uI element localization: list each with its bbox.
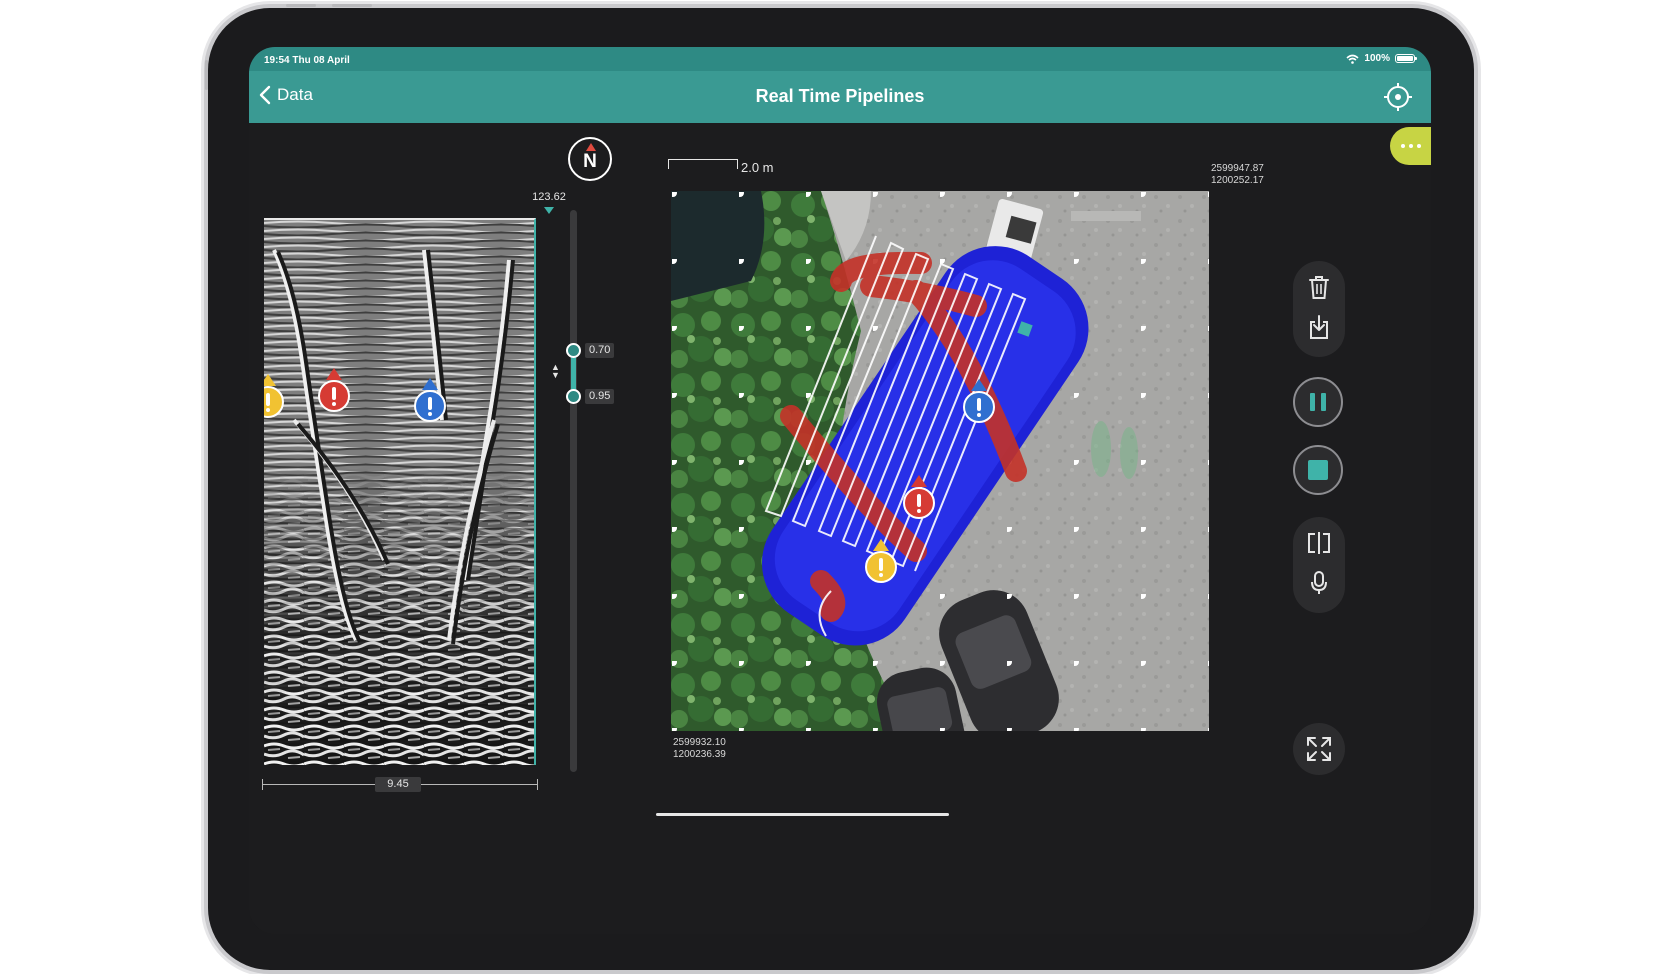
status-time: 19:54 Thu 08 April (264, 55, 350, 66)
more-dot (1417, 144, 1421, 148)
top-right-easting: 2599947.87 (1211, 163, 1264, 174)
battery-percent: 100% (1364, 53, 1390, 64)
device-button (332, 4, 372, 7)
blue-marker-icon[interactable] (963, 377, 995, 429)
gain-slider-track[interactable] (570, 210, 577, 772)
radargram-image (264, 220, 534, 765)
file-toolbar (1293, 261, 1345, 357)
microphone-icon (1311, 571, 1327, 594)
page-title: Real Time Pipelines (755, 86, 925, 106)
bottom-left-easting: 2599932.10 (673, 737, 726, 748)
more-options-button[interactable] (1390, 127, 1431, 165)
compass-label: N (583, 151, 597, 172)
satellite-map (671, 191, 1209, 731)
up-down-arrows-icon: ▲ ▼ (551, 362, 560, 380)
stop-icon (1308, 460, 1328, 480)
fullscreen-button[interactable] (1293, 723, 1345, 775)
trash-icon (1309, 276, 1329, 299)
map-scale-bar (668, 159, 738, 169)
more-dot (1401, 144, 1405, 148)
bottom-left-coordinates: 2599932.10 1200236.39 (673, 737, 726, 761)
compass[interactable]: N (568, 137, 612, 181)
map-view[interactable] (671, 191, 1209, 731)
blue-marker-icon[interactable] (414, 376, 446, 428)
device-button (205, 60, 208, 90)
gain-lower-value: 0.95 (585, 389, 615, 404)
red-marker-icon[interactable] (318, 366, 350, 418)
home-indicator (656, 813, 949, 816)
distance-axis: 9.45 (262, 777, 538, 793)
status-indicators: 100% (1346, 53, 1417, 64)
device-button (286, 4, 316, 7)
battery-fill (1397, 56, 1413, 61)
split-view-button[interactable] (1299, 523, 1339, 563)
yellow-marker-icon[interactable] (865, 537, 897, 589)
more-dot (1409, 144, 1413, 148)
map-scale-label: 2.0 m (741, 160, 774, 175)
status-bar: 19:54 Thu 08 April 100% (249, 47, 1431, 71)
top-right-coordinates: 2599947.87 1200252.17 (1211, 163, 1264, 187)
top-right-northing: 1200252.17 (1211, 175, 1264, 186)
gain-upper-handle[interactable] (566, 343, 581, 358)
pause-button[interactable] (1293, 377, 1343, 427)
radargram-view[interactable] (264, 218, 536, 765)
expand-icon (1307, 737, 1331, 761)
stop-button[interactable] (1293, 445, 1343, 495)
distance-tick (537, 779, 538, 790)
wifi-icon (1346, 54, 1359, 64)
distance-value: 9.45 (375, 777, 421, 792)
gain-upper-value: 0.70 (585, 343, 615, 358)
locate-icon[interactable] (1383, 82, 1413, 112)
delete-button[interactable] (1299, 267, 1339, 307)
gain-lower-handle[interactable] (566, 389, 581, 404)
app-screen: 19:54 Thu 08 April 100% Data Real Time P… (249, 47, 1431, 934)
download-icon (1310, 315, 1328, 339)
voice-note-button[interactable] (1299, 563, 1339, 603)
view-toolbar (1293, 517, 1345, 613)
north-arrow-icon (586, 143, 596, 151)
depth-marker-icon[interactable] (544, 207, 554, 214)
export-button[interactable] (1299, 307, 1339, 347)
battery-icon (1395, 54, 1417, 63)
navigation-bar: Data Real Time Pipelines (249, 71, 1431, 123)
bottom-left-northing: 1200236.39 (673, 749, 726, 760)
depth-value: 123.62 (532, 191, 566, 203)
distance-tick (262, 779, 263, 790)
yellow-marker-icon[interactable] (264, 372, 284, 424)
pause-icon (1310, 393, 1326, 411)
split-view-icon (1308, 532, 1330, 554)
red-marker-icon[interactable] (903, 473, 935, 525)
